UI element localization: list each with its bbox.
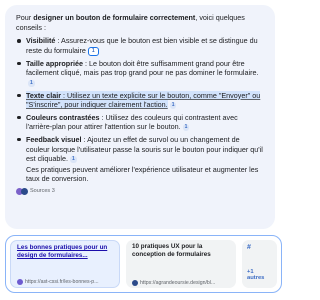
source-card[interactable]: 10 pratiques UX pour la conception de fo… (126, 240, 236, 288)
site-favicon-icon (17, 279, 23, 285)
tip-title: Couleurs contrastées (26, 112, 100, 122)
sources-count-label: Sources 3 (30, 187, 55, 194)
tip-texte-clair: Texte clair : Utilisez un texte explicit… (16, 90, 265, 110)
more-sources-icon: # (247, 244, 251, 251)
intro-text-bold: designer un bouton de formulaire correct… (33, 13, 196, 22)
source-url: https://agrandeoursie.design/bl... (132, 280, 231, 286)
tip-title: Visibilité (26, 36, 56, 46)
citation-chip[interactable]: 1 (28, 79, 35, 87)
source-favicon-icon (21, 188, 28, 196)
site-favicon-icon (132, 280, 138, 286)
tip-title: Texte clair (26, 90, 62, 100)
tip-text: : Assurez-vous que le bouton est bien vi… (26, 36, 258, 55)
source-url: https://ast-cssi.fr/les-bonnes-p... (17, 279, 114, 285)
tip-title: Taille appropriée (26, 58, 83, 68)
tip-visibilite: Visibilité : Assurez-vous que le bouton … (16, 36, 265, 56)
tips-list: Visibilité : Assurez-vous que le bouton … (16, 36, 265, 184)
tip-taille: Taille appropriée : Le bouton doit être … (16, 59, 265, 88)
intro-text-pre: Pour (16, 13, 34, 22)
source-card[interactable]: Les bonnes pratiques pour un design de f… (10, 240, 120, 288)
tip-text: : Utilisez un texte explicite sur le bou… (26, 90, 261, 110)
source-url-text: https://agrandeoursie.design/bl... (140, 280, 216, 286)
citation-chip[interactable]: 1 (169, 102, 177, 110)
more-sources-label: +1 autres (247, 269, 265, 281)
citation-chip[interactable]: 1 (87, 46, 99, 56)
sources-toggle[interactable]: Sources 3 (16, 187, 265, 197)
tip-conclusion: Ces pratiques peuvent améliorer l'expéri… (26, 164, 259, 184)
source-url-text: https://ast-cssi.fr/les-bonnes-p... (25, 279, 99, 285)
tip-couleurs: Couleurs contrastées : Utilisez des coul… (16, 113, 265, 132)
tip-feedback: Feedback visuel : Ajoutez un effet de su… (16, 135, 265, 184)
citation-chip[interactable]: 1 (69, 156, 77, 164)
source-title: Les bonnes pratiques pour un design de f… (17, 244, 108, 259)
answer-intro: Pour designer un bouton de formulaire co… (16, 13, 265, 32)
tip-title: Feedback visuel (26, 134, 82, 144)
source-title: 10 pratiques UX pour la conception de fo… (132, 243, 211, 258)
citation-chip[interactable]: 1 (182, 124, 190, 132)
more-sources-button[interactable]: # +1 autres (242, 240, 277, 288)
sources-panel: Les bonnes pratiques pour un design de f… (5, 235, 282, 293)
answer-card: Pour designer un bouton de formulaire co… (5, 5, 275, 229)
